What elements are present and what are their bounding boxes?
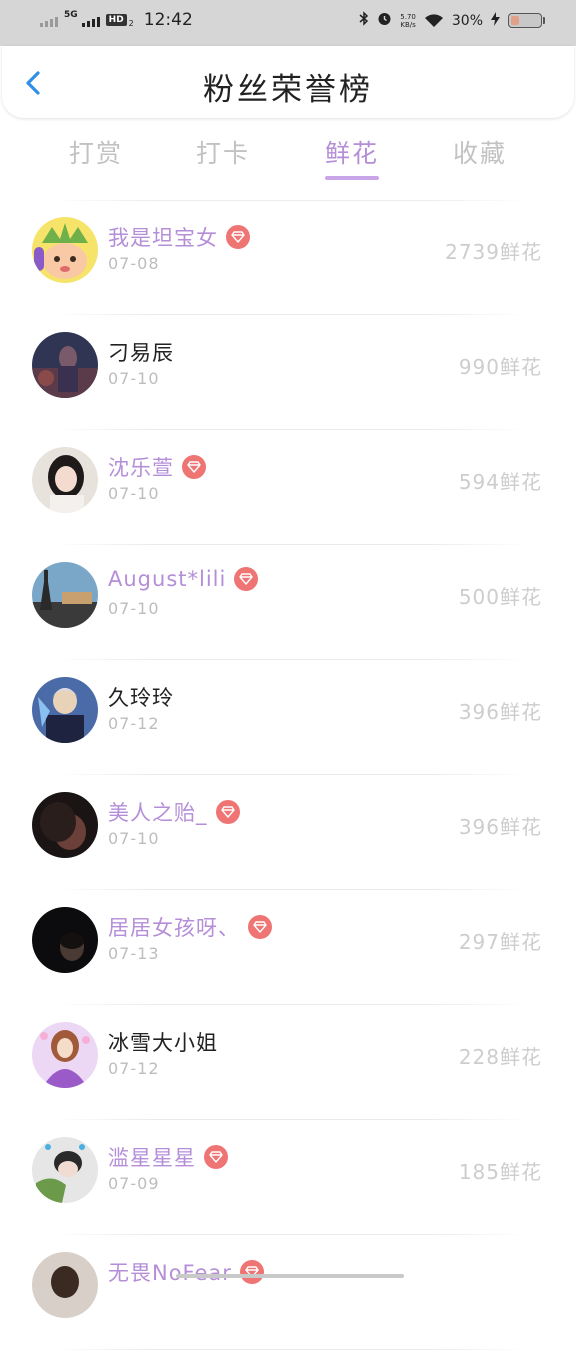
signal-icon-sim2 [81,13,100,27]
list-item[interactable]: 冰雪大小姐 07-12 228鲜花 [0,1005,576,1120]
diamond-vip-icon [226,225,250,249]
wifi-icon [424,13,444,28]
network-type-label: 5G [64,10,78,20]
username: 美人之贻_ [108,801,208,825]
battery-percent: 30% [451,12,483,29]
avatar [32,447,98,513]
charging-icon [491,11,500,30]
avatar [32,907,98,973]
hd-voice-badge: HD [105,14,127,26]
diamond-vip-icon [215,800,240,824]
diamond-vip-icon [234,567,259,591]
avatar [32,217,98,283]
clock: 12:42 [143,10,193,30]
username: 我是坦宝女 [108,226,218,250]
signal-icon-sim1 [40,13,58,27]
avatar [32,1137,98,1203]
date-label: 07-12 [108,714,160,733]
flower-count: 396鲜花 [458,700,542,724]
list-item[interactable]: 久玲玲 07-12 396鲜花 [0,660,576,775]
date-label: 07-10 [108,484,160,503]
tab-checkin[interactable]: 打卡 [173,134,273,170]
fan-ranking-list: 我是坦宝女 07-08 2739鲜花 刁易辰 07-10 990鲜花 沈乐萱 0… [0,200,576,1350]
list-item[interactable]: 居居女孩呀、 07-13 297鲜花 [0,890,576,1005]
flower-count: 990鲜花 [458,355,542,379]
list-item[interactable]: 刁易辰 07-10 990鲜花 [0,315,576,430]
list-item[interactable]: 沈乐萱 07-10 594鲜花 [0,430,576,545]
bluetooth-icon [359,11,369,30]
page-title: 粉丝荣誉榜 [203,72,373,108]
username: 无畏NoFear [108,1261,232,1285]
battery-level-fill [511,16,519,25]
status-bar: 5G HD 2 12:42 5.70 KB/s 30% [0,0,576,46]
username: 沈乐萱 [108,456,174,480]
avatar [32,562,98,628]
username: 久玲玲 [108,686,174,710]
avatar [32,1252,98,1318]
date-label: 07-10 [108,829,160,848]
username: August*lili [108,567,227,591]
username: 刁易辰 [108,341,174,365]
date-label: 07-10 [108,369,160,388]
network-speed: 5.70 KB/s [400,13,416,29]
active-tab-indicator [325,176,379,180]
date-label: 07-09 [108,1174,160,1193]
diamond-vip-icon [239,1260,264,1284]
diamond-vip-icon [204,1145,228,1169]
username: 滥星星星 [108,1146,196,1170]
list-item[interactable]: 我是坦宝女 07-08 2739鲜花 [0,200,576,315]
flower-count: 228鲜花 [458,1045,542,1069]
hd-voice-sub: 2 [128,18,134,28]
flower-count: 297鲜花 [458,930,542,954]
tab-bar: 打赏 打卡 鲜花 收藏 [0,118,576,188]
avatar [32,1022,98,1088]
avatar [32,792,98,858]
avatar [32,332,98,398]
home-indicator[interactable] [176,1274,404,1278]
tab-flowers[interactable]: 鲜花 [302,134,402,170]
date-label: 07-13 [108,944,160,963]
tab-tips[interactable]: 打赏 [46,134,146,170]
list-item[interactable]: August*lili 07-10 500鲜花 [0,545,576,660]
date-label: 07-10 [108,599,160,618]
flower-count: 185鲜花 [458,1160,542,1184]
flower-count: 396鲜花 [458,815,542,839]
header: 粉丝荣誉榜 [2,46,574,118]
flower-count: 2739鲜花 [445,240,542,264]
username: 冰雪大小姐 [108,1031,218,1055]
diamond-vip-icon [182,455,206,479]
flower-count: 594鲜花 [458,470,542,494]
username: 居居女孩呀、 [108,916,240,940]
battery-icon [508,13,545,28]
diamond-vip-icon [248,915,272,939]
list-item[interactable]: 美人之贻_ 07-10 396鲜花 [0,775,576,890]
date-label: 07-08 [108,254,160,273]
alarm-icon [377,11,392,30]
date-label: 07-12 [108,1059,160,1078]
network-speed-value: 5.70 [400,12,416,21]
flower-count: 500鲜花 [458,585,542,609]
avatar [32,677,98,743]
tab-favorites[interactable]: 收藏 [430,134,530,170]
network-speed-unit: KB/s [400,20,416,29]
list-item[interactable]: 滥星星星 07-09 185鲜花 [0,1120,576,1235]
list-item[interactable]: 无畏NoFear [0,1235,576,1350]
